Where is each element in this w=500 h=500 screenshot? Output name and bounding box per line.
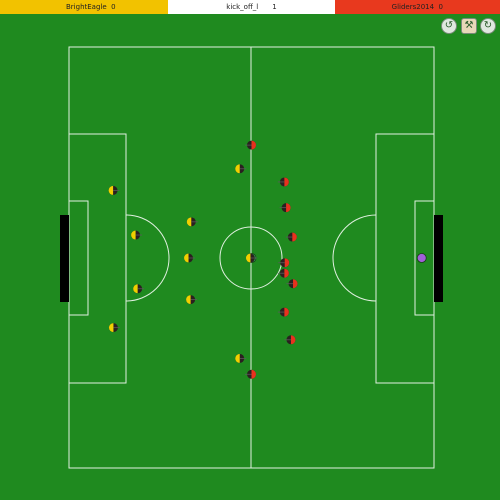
game-status: kick_off_l 1	[168, 0, 335, 14]
rewind-icon: ↺	[444, 20, 454, 31]
right-team-goals: 0	[438, 3, 443, 11]
cycle-counter: 1	[272, 3, 277, 11]
right-player-1[interactable]	[416, 253, 427, 263]
soccer-field	[0, 14, 500, 500]
left-team-score: BrightEagle 0	[0, 0, 168, 14]
scoreboard-bar: BrightEagle 0 kick_off_l 1 Gliders2014 0	[0, 0, 500, 14]
tools-button[interactable]: ⚒	[461, 18, 477, 34]
play-mode: kick_off_l	[226, 3, 259, 11]
tools-icon: ⚒	[464, 20, 474, 31]
left-team-goals: 0	[111, 3, 116, 11]
right-goal	[434, 215, 443, 302]
play-button[interactable]: ↻	[480, 18, 496, 34]
right-team-score: Gliders2014 0	[335, 0, 500, 14]
right-team-name: Gliders2014	[391, 3, 435, 11]
rewind-button[interactable]: ↺	[441, 18, 457, 34]
play-icon: ↻	[483, 20, 493, 31]
left-team-name: BrightEagle	[66, 3, 107, 11]
left-goal	[60, 215, 69, 302]
right-player-body	[416, 253, 427, 263]
